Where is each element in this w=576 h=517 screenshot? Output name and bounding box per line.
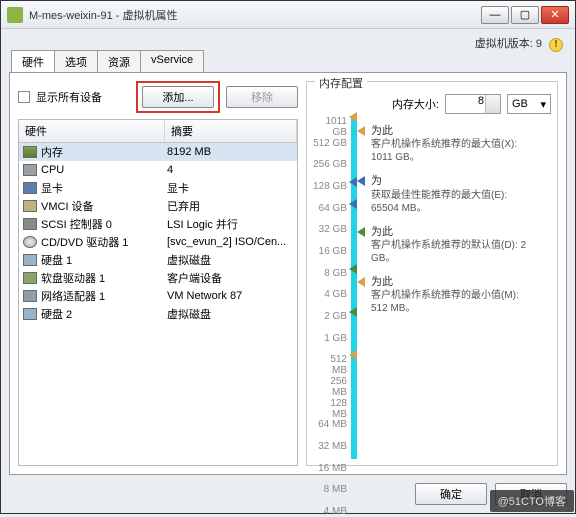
tab-options[interactable]: 选项 (54, 50, 98, 73)
hw-name: CPU (41, 164, 64, 176)
hw-summary: 已弃用 (165, 198, 297, 214)
tab-resources[interactable]: 资源 (97, 50, 141, 73)
memory-legend: 内存配置 (315, 75, 367, 91)
table-row[interactable]: 硬盘 1 虚拟磁盘 (19, 251, 297, 269)
table-row[interactable]: CD/DVD 驱动器 1 [svc_evun_2] ISO/Cen... (19, 233, 297, 251)
tab-hardware[interactable]: 硬件 (11, 50, 55, 73)
scale-tick: 32 GB (313, 224, 347, 235)
hw-name: 显卡 (41, 180, 63, 196)
scale-tick: 2 GB (313, 311, 347, 322)
scale-marker (349, 177, 359, 187)
close-button[interactable]: ✕ (541, 6, 569, 24)
tab-vservice[interactable]: vService (140, 50, 204, 73)
scale-tick: 16 GB (313, 246, 347, 257)
table-row[interactable]: 内存 8192 MB (19, 143, 297, 161)
table-row[interactable]: SCSI 控制器 0 LSI Logic 并行 (19, 215, 297, 233)
chevron-down-icon: ▾ (540, 98, 546, 111)
scale-tick: 1 GB (313, 333, 347, 344)
remove-button[interactable]: 移除 (226, 86, 298, 108)
scale-tick: 32 MB (313, 441, 347, 452)
scsi-icon (23, 218, 37, 230)
memory-bar (351, 116, 357, 459)
ok-button[interactable]: 确定 (415, 483, 487, 505)
scale-tick: 256 MB (313, 376, 347, 398)
scale-tick: 4 GB (313, 289, 347, 300)
add-button[interactable]: 添加... (142, 86, 214, 108)
hardware-table: 硬件 摘要 内存8192 MBCPU4显卡显卡VMCI 设备已弃用SCSI 控制… (18, 119, 298, 466)
hw-summary: 8192 MB (165, 146, 297, 158)
scale-marker (349, 350, 359, 360)
scale-tick: 16 MB (313, 463, 347, 474)
table-row[interactable]: 硬盘 2 虚拟磁盘 (19, 305, 297, 323)
memory-annotation: 为此客户机操作系统推荐的默认值(D): 2GB。 (357, 225, 551, 265)
flop-icon (23, 272, 37, 284)
hw-name: CD/DVD 驱动器 1 (41, 234, 128, 250)
memory-annotation: 为获取最佳性能推荐的最大值(E):65504 MB。 (357, 174, 551, 214)
hw-name: VMCI 设备 (41, 198, 94, 214)
memory-unit-select[interactable]: GB▾ (507, 94, 551, 114)
disk-icon (23, 308, 37, 320)
hw-summary: [svc_evun_2] ISO/Cen... (165, 236, 297, 248)
scale-tick: 1011 GB (313, 116, 347, 138)
scale-tick: 4 MB (313, 506, 347, 517)
table-row[interactable]: 网络适配器 1 VM Network 87 (19, 287, 297, 305)
hw-name: 硬盘 1 (41, 252, 72, 268)
titlebar: M-mes-weixin-91 - 虚拟机属性 — ▢ ✕ (1, 1, 575, 29)
table-row[interactable]: 软盘驱动器 1 客户端设备 (19, 269, 297, 287)
disk-icon (23, 254, 37, 266)
hw-name: 内存 (41, 144, 63, 160)
add-highlight: 添加... (136, 81, 220, 113)
scale-tick: 128 MB (313, 398, 347, 420)
hw-name: SCSI 控制器 0 (41, 216, 112, 232)
hw-summary: 4 (165, 164, 297, 176)
hw-name: 网络适配器 1 (41, 288, 105, 304)
memory-scale[interactable]: 1011 GB512 GB 256 GB 128 GB 64 GB 32 GB 16 GB… (313, 116, 359, 459)
memory-size-input[interactable]: 8 (445, 94, 501, 114)
hw-summary: 虚拟磁盘 (165, 306, 297, 322)
vid-icon (23, 182, 37, 194)
scale-marker (349, 112, 359, 122)
show-all-label: 显示所有设备 (36, 89, 102, 105)
scale-marker (349, 199, 359, 209)
maximize-button[interactable]: ▢ (511, 6, 539, 24)
hw-summary: LSI Logic 并行 (165, 216, 297, 232)
hw-summary: VM Network 87 (165, 290, 297, 302)
memory-annotation: 为此客户机操作系统推荐的最小值(M):512 MB。 (357, 275, 551, 315)
memory-size-label: 内存大小: (392, 96, 439, 112)
hw-summary: 显卡 (165, 180, 297, 196)
app-icon (7, 7, 23, 23)
scale-marker (349, 307, 359, 317)
memory-groupbox: 内存配置 内存大小: 8 GB▾ 1011 GB512 GB256 GB128 … (306, 81, 558, 466)
scale-tick: 64 MB (313, 419, 347, 430)
scale-tick: 512 MB (313, 354, 347, 376)
net-icon (23, 290, 37, 302)
tab-bar: 硬件 选项 资源 vService (9, 49, 567, 72)
scale-tick: 512 GB (313, 138, 347, 149)
scale-tick: 64 GB (313, 203, 347, 214)
show-all-checkbox[interactable] (18, 91, 30, 103)
cpu-icon (23, 164, 37, 176)
window-title: M-mes-weixin-91 - 虚拟机属性 (29, 7, 481, 23)
minimize-button[interactable]: — (481, 6, 509, 24)
table-row[interactable]: CPU 4 (19, 161, 297, 179)
col-hardware[interactable]: 硬件 (19, 120, 165, 142)
col-summary[interactable]: 摘要 (165, 120, 297, 142)
hw-summary: 虚拟磁盘 (165, 252, 297, 268)
scale-tick: 8 MB (313, 484, 347, 495)
table-row[interactable]: VMCI 设备 已弃用 (19, 197, 297, 215)
hw-name: 硬盘 2 (41, 306, 72, 322)
hw-summary: 客户端设备 (165, 270, 297, 286)
memory-annotation: 为此客户机操作系统推荐的最大值(X):1011 GB。 (357, 124, 551, 164)
mem-icon (23, 146, 37, 158)
scale-marker (349, 264, 359, 274)
scale-tick: 256 GB (313, 159, 347, 170)
table-row[interactable]: 显卡 显卡 (19, 179, 297, 197)
cd-icon (23, 236, 37, 248)
scale-tick: 128 GB (313, 181, 347, 192)
watermark: @51CTO博客 (490, 490, 574, 512)
vmci-icon (23, 200, 37, 212)
scale-tick: 8 GB (313, 268, 347, 279)
hw-name: 软盘驱动器 1 (41, 270, 105, 286)
